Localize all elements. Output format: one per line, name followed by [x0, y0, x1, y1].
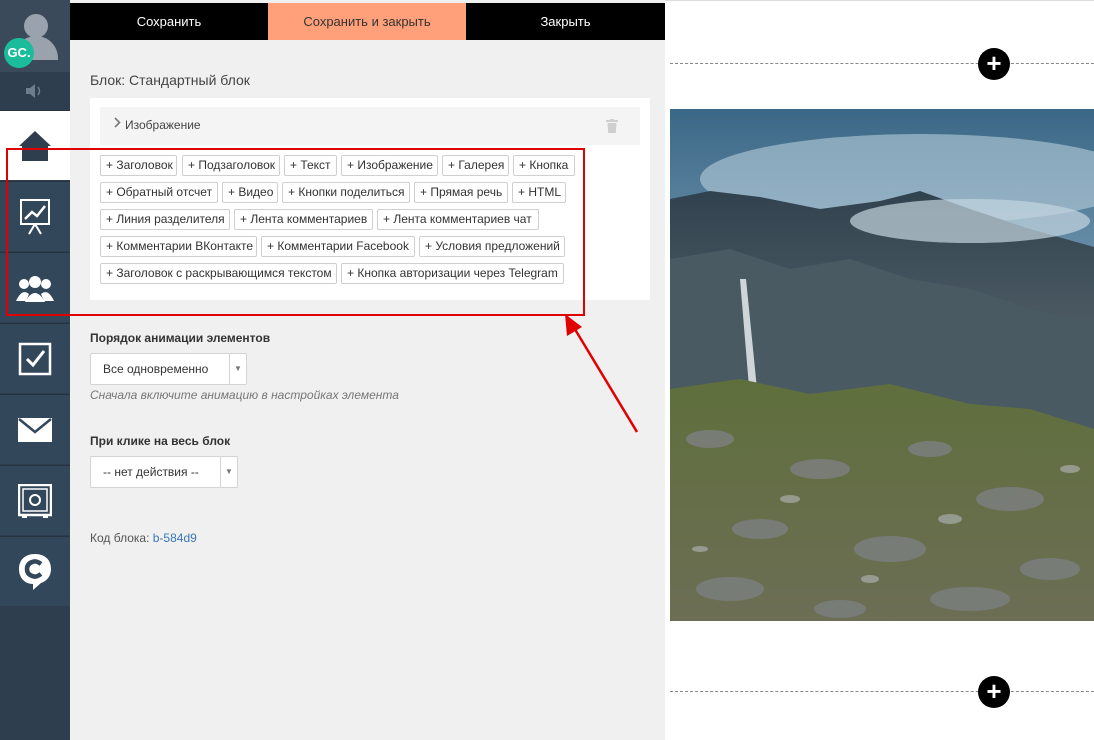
element-row-label: Изображение — [125, 118, 201, 132]
add-telegram-auth-button[interactable]: + Кнопка авторизации через Telegram — [341, 263, 564, 284]
save-and-close-button[interactable]: Сохранить и закрыть — [268, 3, 466, 40]
safe-icon — [18, 483, 52, 518]
block-divider-bottom — [670, 691, 1094, 692]
block-code: Код блока: b-584d9 — [90, 531, 197, 545]
chevron-down-icon: ▼ — [229, 354, 246, 384]
side-navigation: GC. — [0, 0, 70, 740]
block-click-value: -- нет действия -- — [103, 465, 199, 479]
add-comments-feed-button[interactable]: + Лента комментариев — [234, 209, 373, 230]
add-offer-terms-button[interactable]: + Условия предложений — [419, 236, 565, 257]
brand-icon — [19, 553, 51, 590]
add-block-bottom-button[interactable]: + — [978, 676, 1010, 708]
home-icon — [19, 130, 51, 161]
add-button-button[interactable]: + Кнопка — [513, 155, 575, 176]
nav-item-home[interactable] — [0, 110, 70, 180]
chart-icon — [20, 198, 50, 235]
add-subheading-button[interactable]: + Подзаголовок — [182, 155, 280, 176]
add-image-button[interactable]: + Изображение — [341, 155, 438, 176]
add-divider-button[interactable]: + Линия разделителя — [100, 209, 230, 230]
add-expandable-heading-button[interactable]: + Заголовок с раскрывающимся текстом — [100, 263, 337, 284]
animation-order-value: Все одновременно — [103, 362, 209, 376]
block-click-label: При клике на весь блок — [90, 434, 231, 448]
add-comments-chat-button[interactable]: + Лента комментариев чат — [377, 209, 539, 230]
element-row-image[interactable]: Изображение — [100, 107, 640, 145]
editor-toolbar: Сохранить Сохранить и закрыть Закрыть — [70, 3, 665, 40]
nav-item-users[interactable] — [0, 252, 70, 322]
nav-item-tasks[interactable] — [0, 323, 70, 393]
user-initials-badge: GC. — [4, 38, 34, 68]
annotation-arrow-icon — [565, 314, 639, 433]
add-block-top-button[interactable]: + — [978, 48, 1010, 80]
add-video-button[interactable]: + Видео — [222, 182, 278, 203]
trash-icon[interactable] — [606, 119, 618, 136]
nav-item-analytics[interactable] — [0, 181, 70, 251]
block-title: Блок: Стандартный блок — [90, 72, 250, 88]
add-gallery-button[interactable]: + Галерея — [442, 155, 509, 176]
plus-icon: + — [986, 676, 1002, 706]
animation-order-label: Порядок анимации элементов — [90, 331, 271, 345]
animation-order-select[interactable]: Все одновременно ▼ — [90, 353, 247, 385]
user-avatar[interactable]: GC. — [0, 0, 70, 72]
block-elements-card: Изображение + Заголовок + Подзаголовок +… — [90, 98, 650, 300]
sound-icon[interactable] — [0, 72, 70, 110]
save-button[interactable]: Сохранить — [70, 3, 268, 40]
chevron-right-icon[interactable] — [114, 117, 121, 131]
nav-item-brand[interactable] — [0, 536, 70, 606]
add-text-button[interactable]: + Текст — [284, 155, 337, 176]
block-preview: + + — [665, 0, 1094, 740]
block-code-label: Код блока: — [90, 531, 150, 545]
plus-icon: + — [986, 48, 1002, 78]
add-quote-button[interactable]: + Прямая речь — [414, 182, 508, 203]
tasks-icon — [18, 342, 52, 375]
close-button[interactable]: Закрыть — [466, 3, 665, 40]
block-background-image — [670, 109, 1094, 621]
block-click-select[interactable]: -- нет действия -- ▼ — [90, 456, 238, 488]
animation-hint: Сначала включите анимацию в настройках э… — [90, 388, 399, 402]
users-icon — [16, 275, 54, 302]
chevron-down-icon: ▼ — [220, 457, 237, 487]
mail-icon — [18, 417, 52, 442]
add-share-buttons-button[interactable]: + Кнопки поделиться — [282, 182, 410, 203]
nav-item-safe[interactable] — [0, 465, 70, 535]
add-vk-comments-button[interactable]: + Комментарии ВКонтакте — [100, 236, 257, 257]
mountain-landscape-image — [670, 109, 1094, 621]
add-facebook-comments-button[interactable]: + Комментарии Facebook — [261, 236, 415, 257]
block-divider-top — [670, 63, 1094, 64]
add-html-button[interactable]: + HTML — [512, 182, 566, 203]
avatar-head — [24, 14, 48, 38]
add-countdown-button[interactable]: + Обратный отсчет — [100, 182, 218, 203]
nav-item-mail[interactable] — [0, 394, 70, 464]
add-heading-button[interactable]: + Заголовок — [100, 155, 177, 176]
block-code-link[interactable]: b-584d9 — [153, 531, 197, 545]
